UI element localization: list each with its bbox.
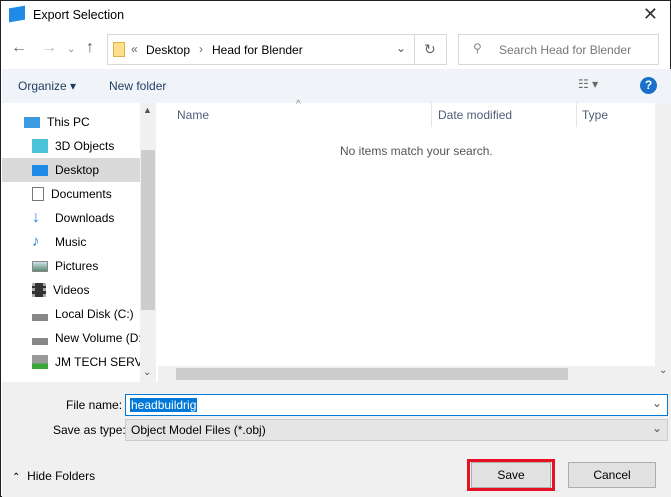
scroll-down-icon[interactable]: ⌄ (659, 365, 667, 376)
close-icon[interactable]: ✕ (643, 4, 658, 25)
file-name-label: File name: (66, 398, 123, 412)
drive-icon (32, 307, 48, 321)
chevron-up-icon: ⌃ (12, 472, 21, 483)
export-dialog: Export Selection ✕ ← → ⌄ ↑ « Desktop › H… (0, 0, 671, 497)
column-header-type[interactable]: Type (582, 108, 608, 122)
hide-folders-button[interactable]: ⌃ Hide Folders (12, 469, 95, 483)
back-arrow-icon[interactable]: ← (11, 39, 27, 57)
chevron-down-icon[interactable]: ⌄ (652, 421, 662, 435)
network-drive-icon (32, 355, 48, 369)
recent-chevron-icon[interactable]: ⌄ (67, 44, 75, 55)
sidebar-item-this-pc[interactable]: This PC (2, 110, 140, 134)
vertical-scrollbar[interactable]: ⌄ (655, 103, 671, 382)
navigation-pane: This PC 3D Objects Desktop Documents ↓ Do… (2, 103, 156, 382)
save-as-type-select[interactable]: Object Model Files (*.obj) ⌄ (125, 419, 668, 441)
desktop-icon (32, 164, 48, 176)
save-panel: File name: headbuildrig ⌄ Save as type: … (2, 382, 671, 497)
save-button[interactable]: Save (471, 462, 551, 488)
empty-message: No items match your search. (340, 144, 493, 158)
save-as-type-label: Save as type: (53, 423, 126, 437)
download-icon: ↓ (32, 209, 40, 226)
sidebar-item-downloads[interactable]: ↓ Downloads (2, 206, 140, 230)
sidebar-item-3d-objects[interactable]: 3D Objects (2, 134, 140, 158)
search-placeholder: Search Head for Blender (499, 43, 632, 57)
videos-icon (32, 283, 46, 297)
sidebar-item-jm-tech-services[interactable]: JM TECH SERVICES (2, 350, 140, 374)
file-name-value: headbuildrig (130, 398, 198, 412)
sidebar-item-videos[interactable]: Videos (2, 278, 140, 302)
pictures-icon (32, 260, 48, 272)
save-as-type-value: Object Model Files (*.obj) (131, 423, 266, 437)
scroll-down-icon[interactable]: ⌄ (143, 367, 151, 378)
sidebar-item-pictures[interactable]: Pictures (2, 254, 140, 278)
forward-arrow-icon[interactable]: → (41, 39, 57, 57)
organize-button[interactable]: Organize ▾ (18, 79, 76, 93)
sort-ascending-icon: ^ (296, 99, 301, 110)
column-header-name[interactable]: Name (177, 108, 209, 122)
scrollbar-thumb[interactable] (141, 150, 155, 310)
overflow-icon[interactable]: « (131, 42, 138, 56)
refresh-icon[interactable]: ↻ (424, 41, 436, 58)
help-icon[interactable]: ? (640, 77, 657, 94)
sidebar-item-documents[interactable]: Documents (2, 182, 140, 206)
search-icon: ⚲ (473, 41, 482, 55)
computer-icon (24, 116, 40, 128)
address-bar[interactable]: « Desktop › Head for Blender ⌄ ↻ (107, 34, 447, 65)
search-input[interactable]: ⚲ Search Head for Blender (458, 34, 659, 65)
cancel-button[interactable]: Cancel (568, 462, 656, 488)
toolbar: Organize ▾ New folder ☷ ▾ ? (2, 69, 671, 103)
sidebar-scrollbar[interactable]: ▲ ⌄ (140, 103, 156, 382)
sidebar-item-new-volume-d[interactable]: New Volume (D:) (2, 326, 140, 350)
document-icon (32, 187, 44, 201)
app-icon (9, 5, 25, 23)
scroll-up-icon[interactable]: ▲ (143, 105, 152, 115)
chevron-right-icon: › (199, 42, 203, 56)
view-options-icon[interactable]: ☷ ▾ (578, 77, 598, 91)
music-icon: ♪ (32, 233, 40, 250)
file-list: ^ Name Date modified Type No items match… (158, 99, 671, 382)
column-header-date-modified[interactable]: Date modified (438, 108, 512, 122)
sidebar-item-music[interactable]: ♪ Music (2, 230, 140, 254)
scrollbar-thumb[interactable] (176, 368, 568, 380)
chevron-down-icon[interactable]: ⌄ (652, 396, 662, 410)
up-arrow-icon[interactable]: ↑ (86, 39, 94, 57)
window-title: Export Selection (33, 8, 125, 22)
drive-icon (32, 331, 48, 345)
breadcrumb-head-for-blender[interactable]: Head for Blender (212, 43, 303, 57)
address-dropdown-icon[interactable]: ⌄ (396, 41, 406, 55)
folder-icon (113, 42, 125, 57)
sidebar-item-local-disk-c[interactable]: Local Disk (C:) (2, 302, 140, 326)
new-folder-button[interactable]: New folder (109, 79, 166, 93)
cube-icon (32, 139, 48, 153)
breadcrumb-desktop[interactable]: Desktop (146, 43, 190, 57)
sidebar-item-desktop[interactable]: Desktop (2, 158, 140, 182)
horizontal-scrollbar[interactable] (158, 366, 655, 382)
file-name-input[interactable]: headbuildrig ⌄ (125, 394, 668, 416)
